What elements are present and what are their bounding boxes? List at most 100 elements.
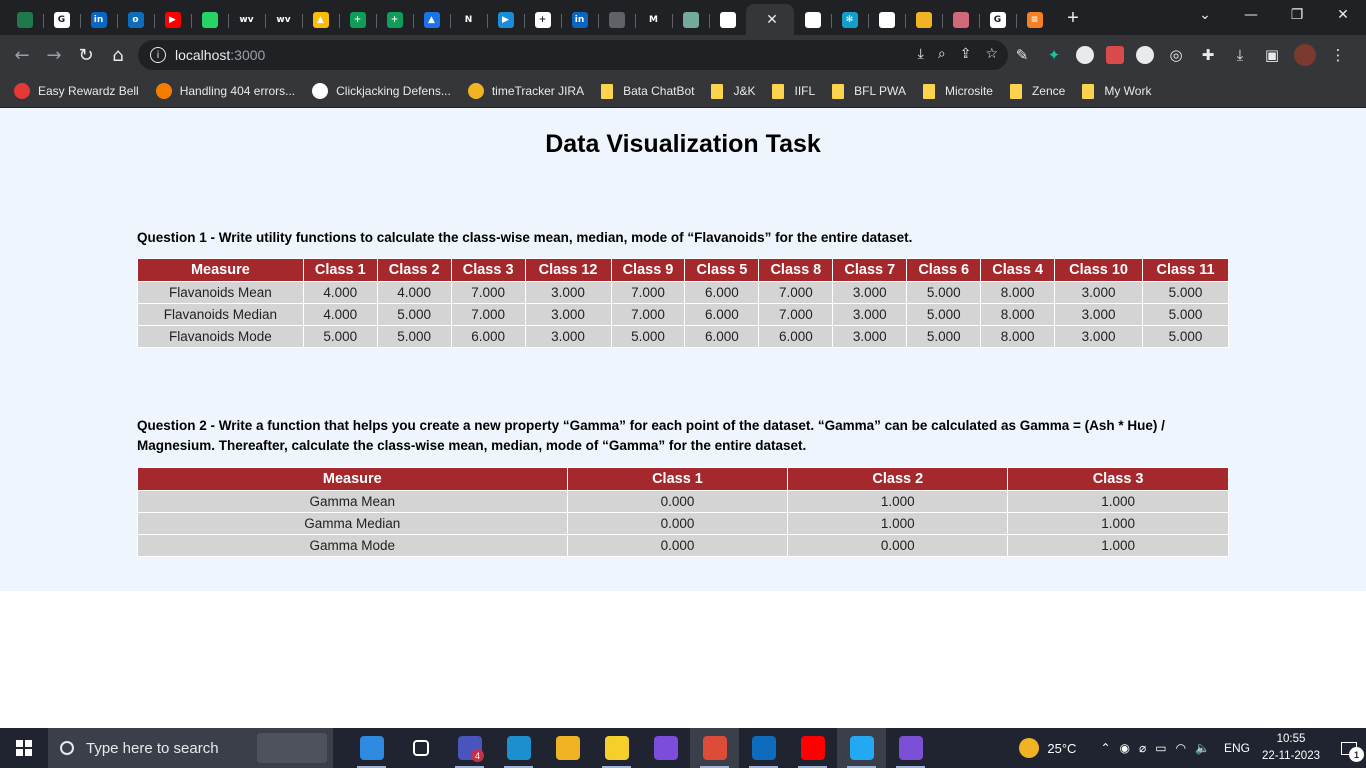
browser-tab[interactable]	[868, 6, 905, 34]
browser-tab[interactable]: +	[524, 6, 561, 34]
taskbar-app[interactable]	[543, 728, 592, 768]
forward-button[interactable]: →	[38, 39, 70, 71]
browser-tab[interactable]: ▶	[154, 6, 191, 34]
bookmark-item[interactable]: My Work	[1082, 83, 1151, 99]
site-info-icon[interactable]: i	[150, 47, 166, 63]
start-button[interactable]	[0, 728, 48, 768]
clock[interactable]: 10:55 22-11-2023	[1262, 731, 1320, 765]
language-indicator[interactable]: ENG	[1224, 741, 1250, 755]
extensions-puzzle-icon[interactable]: ✚	[1198, 46, 1218, 64]
value-cell: 3.000	[832, 303, 908, 326]
bookmark-item[interactable]: IIFL	[772, 83, 815, 99]
bookmark-item[interactable]: BFL PWA	[832, 83, 906, 99]
side-panel-icon[interactable]: ▣	[1262, 46, 1282, 64]
notification-center-button[interactable]: 1	[1332, 728, 1366, 768]
browser-tab[interactable]	[6, 6, 43, 34]
browser-tab[interactable]: ▲	[302, 6, 339, 34]
tab-search-icon[interactable]: ⌄	[1182, 7, 1228, 23]
tab-active[interactable]: ✕	[746, 4, 794, 35]
browser-tab[interactable]: G	[43, 6, 80, 34]
extension-icon[interactable]	[1106, 46, 1124, 64]
table-header-row: Measure Class 1 Class 2 Class 3 Class 12 Clas…	[137, 258, 1229, 282]
browser-tab[interactable]: +	[376, 6, 413, 34]
browser-tab[interactable]: ✻	[831, 6, 868, 34]
taskbar-app[interactable]: 4	[445, 728, 494, 768]
bookmark-item[interactable]: timeTracker JIRA	[467, 83, 584, 99]
bookmark-favicon-icon	[312, 83, 329, 99]
taskbar-app[interactable]	[788, 728, 837, 768]
browser-tab[interactable]: wv	[228, 6, 265, 34]
question-1-text: Question 1 - Write utility functions to …	[137, 230, 913, 245]
downloads-icon[interactable]: ⤓	[1230, 46, 1250, 64]
taskbar-app[interactable]	[641, 728, 690, 768]
browser-tab[interactable]	[191, 6, 228, 34]
browser-tab[interactable]: N	[450, 6, 487, 34]
value-cell: 1.000	[787, 512, 1009, 535]
meet-now-icon[interactable]: ◉	[1120, 741, 1130, 755]
taskbar-app[interactable]	[886, 728, 935, 768]
bookmark-item[interactable]: Zence	[1009, 83, 1065, 99]
taskbar-app[interactable]	[592, 728, 641, 768]
browser-tab[interactable]: ▶	[487, 6, 524, 34]
bookmark-star-icon[interactable]: ☆	[985, 46, 998, 62]
browser-tab[interactable]	[672, 6, 709, 34]
browser-tab[interactable]	[905, 6, 942, 34]
volume-icon[interactable]: 🔈	[1195, 741, 1210, 755]
value-cell: 7.000	[610, 303, 686, 326]
browser-tab[interactable]: M	[635, 6, 672, 34]
browser-tab[interactable]: ≡	[1016, 6, 1053, 34]
browser-tab[interactable]	[598, 6, 635, 34]
profile-avatar[interactable]	[1294, 44, 1316, 66]
taskbar-app[interactable]	[837, 728, 886, 768]
taskbar-search[interactable]: Type here to search	[48, 728, 333, 768]
browser-tab[interactable]: in	[80, 6, 117, 34]
install-app-icon[interactable]: ⤓	[918, 46, 924, 62]
taskbar-app[interactable]	[690, 728, 739, 768]
browser-tab[interactable]: G	[979, 6, 1016, 34]
battery-icon[interactable]: ▭	[1155, 741, 1166, 755]
bookmark-item[interactable]: J&K	[711, 83, 755, 99]
bookmark-item[interactable]: Easy Rewardz Bell	[14, 83, 139, 99]
browser-tab[interactable]: in	[561, 6, 598, 34]
bookmark-item[interactable]: Clickjacking Defens...	[312, 83, 451, 99]
reload-button[interactable]: ↻	[70, 39, 102, 71]
network-muted-icon[interactable]: ⌀	[1139, 741, 1146, 755]
browser-tab[interactable]: +	[339, 6, 376, 34]
extension-icon[interactable]	[1076, 46, 1094, 64]
browser-tab[interactable]	[794, 6, 831, 34]
home-button[interactable]: ⌂	[102, 39, 134, 71]
bookmark-item[interactable]: Microsite	[922, 83, 993, 99]
extension-icon[interactable]: ✦	[1044, 46, 1064, 64]
back-button[interactable]: ←	[6, 39, 38, 71]
browser-tab[interactable]	[709, 6, 746, 34]
value-cell: 8.000	[980, 281, 1056, 304]
value-cell: 5.000	[906, 325, 982, 348]
page-title: Data Visualization Task	[545, 130, 821, 158]
new-tab-button[interactable]: +	[1059, 5, 1087, 33]
taskbar-app[interactable]	[347, 728, 396, 768]
bookmark-item[interactable]: Bata ChatBot	[601, 83, 694, 99]
extension-icon[interactable]: ◎	[1166, 46, 1186, 64]
close-tab-icon[interactable]: ✕	[766, 11, 778, 28]
bookmark-item[interactable]: Handling 404 errors...	[155, 83, 295, 99]
browser-tab[interactable]	[942, 6, 979, 34]
zoom-icon[interactable]: ⌕	[938, 46, 946, 62]
taskbar-app[interactable]	[494, 728, 543, 768]
browser-tab[interactable]: wv	[265, 6, 302, 34]
wifi-icon[interactable]: ◠	[1176, 741, 1186, 755]
windows-icon	[16, 740, 32, 756]
share-icon[interactable]: ⇪	[960, 46, 972, 62]
maximize-button[interactable]: ❐	[1274, 7, 1320, 23]
minimize-button[interactable]: —	[1228, 7, 1274, 23]
extension-icon[interactable]	[1136, 46, 1154, 64]
browser-tab[interactable]: o	[117, 6, 154, 34]
show-hidden-icons[interactable]: ⌃	[1100, 741, 1110, 755]
eyedropper-extension-icon[interactable]: ✎	[1012, 46, 1032, 64]
address-bar[interactable]: i localhost:3000 ⤓ ⌕ ⇪ ☆	[138, 40, 1008, 70]
menu-icon[interactable]: ⋮	[1328, 46, 1348, 64]
close-window-button[interactable]: ✕	[1320, 7, 1366, 23]
taskbar-app[interactable]	[739, 728, 788, 768]
taskbar-app[interactable]	[396, 728, 445, 768]
browser-tab[interactable]: ▲	[413, 6, 450, 34]
weather-widget[interactable]: 25°C	[1019, 738, 1076, 758]
